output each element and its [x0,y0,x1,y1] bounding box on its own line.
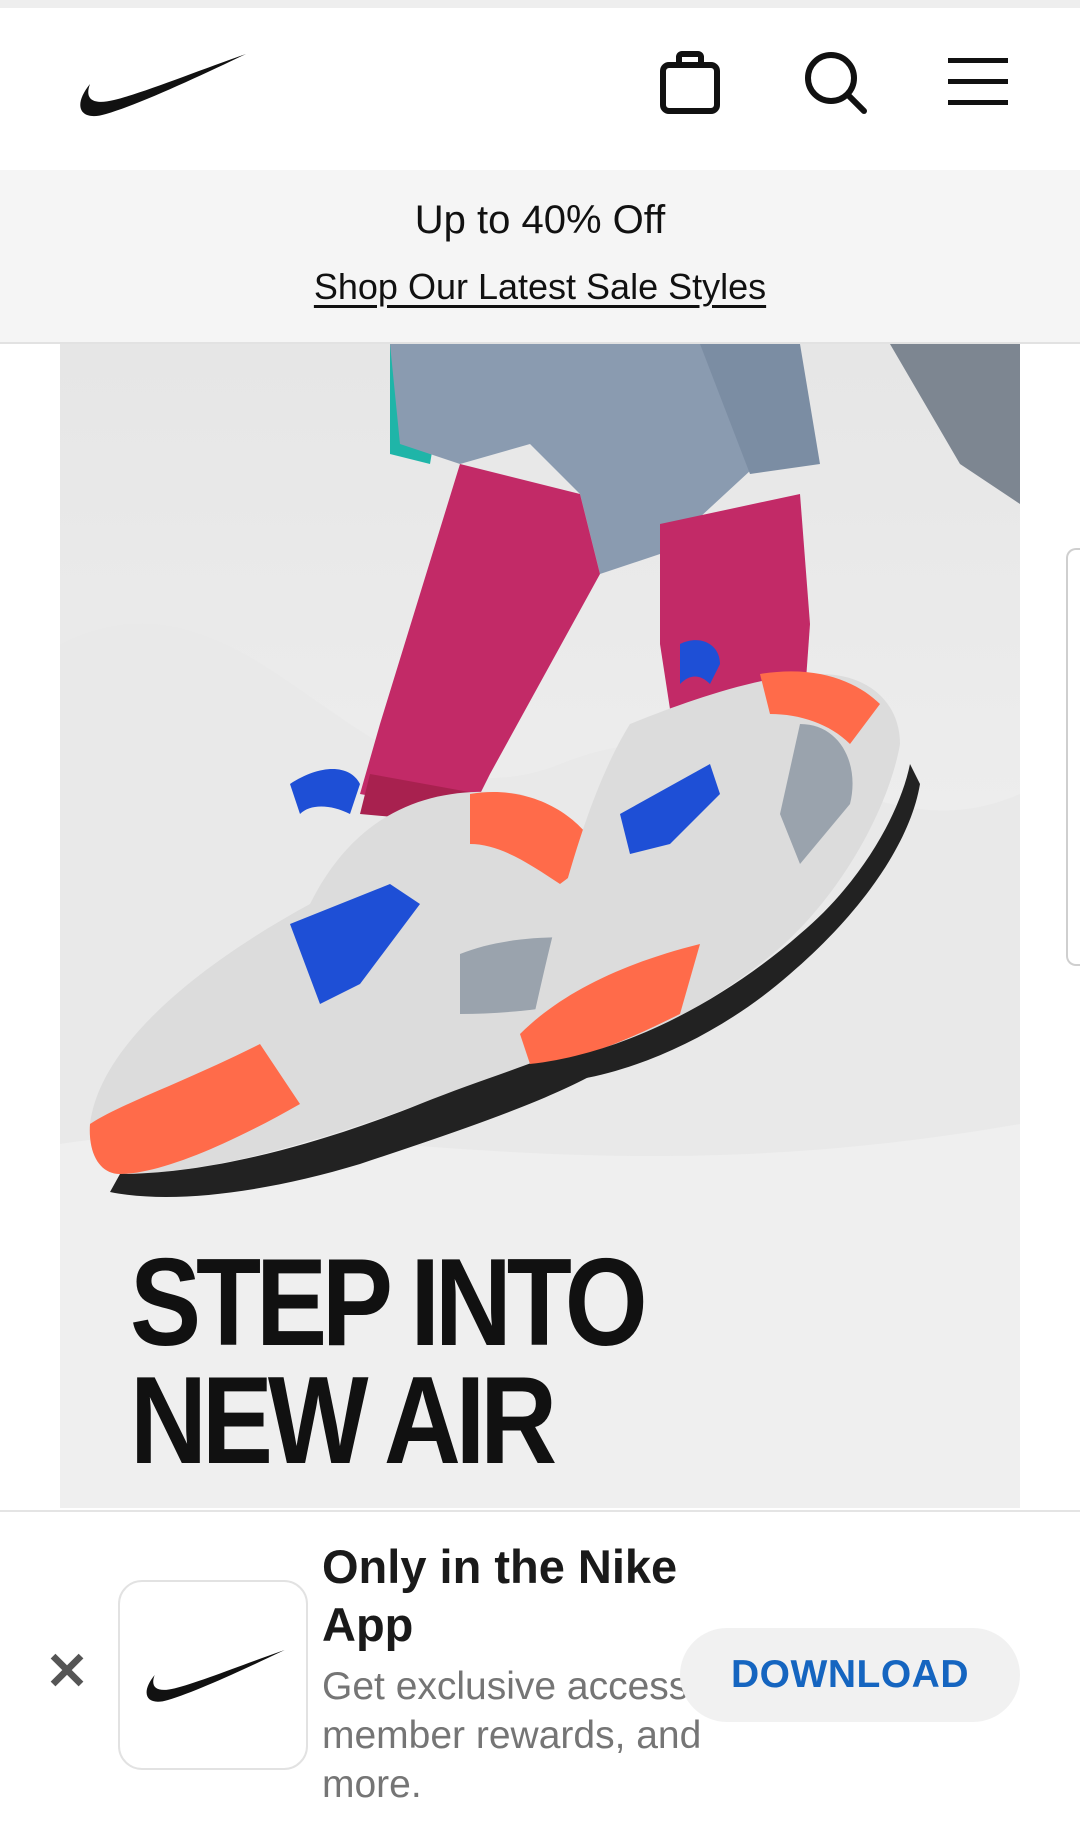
site-header [0,8,1080,170]
app-download-banner: ✕ Only in the Nike App Get exclusive acc… [0,1510,1080,1826]
promo-link[interactable]: Shop Our Latest Sale Styles [0,266,1080,308]
menu-icon[interactable] [938,42,1018,122]
nike-swoosh-icon[interactable] [70,44,250,124]
promo-title: Up to 40% Off [414,198,666,242]
hero-headline-line2: NEW AIR [130,1352,557,1490]
app-banner-title: Only in the Nike App [322,1540,678,1651]
nike-swoosh-icon [146,1650,285,1702]
top-divider [0,0,1080,8]
edge-panel-handle[interactable] [1066,548,1080,966]
close-icon[interactable]: ✕ [42,1642,92,1702]
shopping-bag-icon[interactable] [650,42,730,122]
app-icon [118,1580,308,1770]
hero-banner[interactable]: STEP INTO NEW AIR [60,344,1020,1508]
download-button[interactable]: DOWNLOAD [680,1628,1020,1722]
app-banner-description: Get exclusive access, member rewards, an… [322,1665,702,1806]
search-icon[interactable] [795,42,875,122]
hero-headline: STEP INTO NEW AIR [130,1241,648,1483]
promo-banner: Up to 40% Off Shop Our Latest Sale Style… [0,170,1080,344]
